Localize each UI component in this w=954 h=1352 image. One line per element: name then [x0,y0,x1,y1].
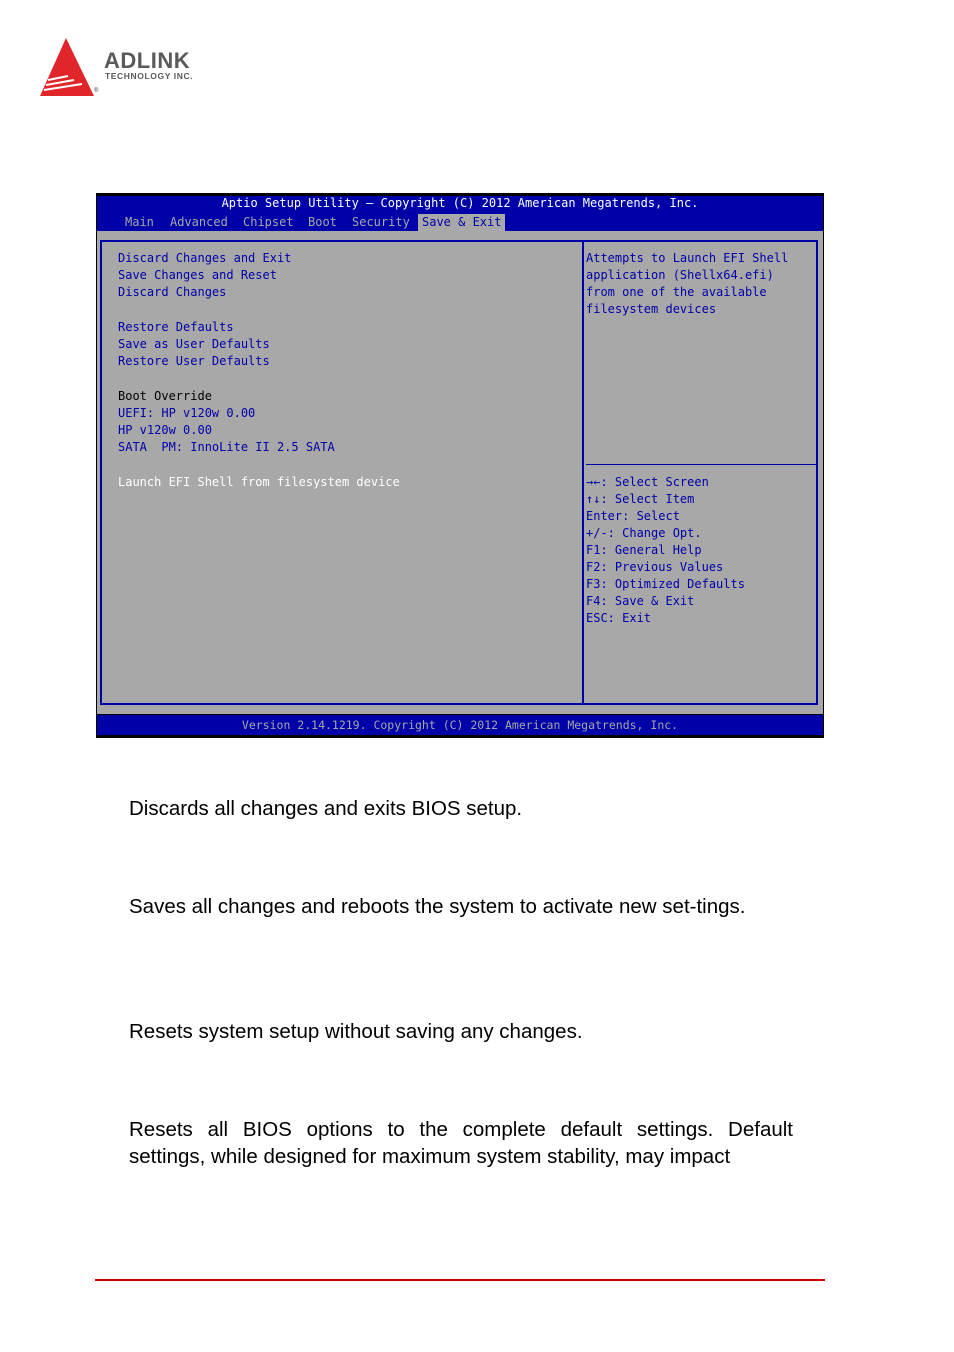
key-help-enter: Enter: Select [586,509,680,523]
bios-footer: Version 2.14.1219. Copyright (C) 2012 Am… [97,715,823,735]
logo-subtitle: TECHNOLOGY INC. [105,71,194,81]
panel-divider [582,242,584,703]
key-help-f1: F1: General Help [586,543,702,557]
tab-boot[interactable]: Boot [304,214,341,231]
key-help-f2: F2: Previous Values [586,560,724,574]
logo-triangle-icon [40,38,94,96]
menu-boot-sata[interactable]: SATA PM: InnoLite II 2.5 SATA [118,439,335,456]
menu-boot-uefi-hp[interactable]: UEFI: HP v120w 0.00 [118,405,255,422]
menu-discard-changes-and-exit[interactable]: Discard Changes and Exit [118,250,291,267]
tab-advanced[interactable]: Advanced [166,214,232,231]
menu-save-as-user-defaults[interactable]: Save as User Defaults [118,336,270,353]
menu-restore-defaults[interactable]: Restore Defaults [118,319,234,336]
tab-save-exit[interactable]: Save & Exit [418,214,506,231]
bios-frame: Discard Changes and Exit Save Changes an… [100,240,818,705]
help-text-line: application (Shellx64.efi) [586,268,774,282]
bios-screenshot: Aptio Setup Utility – Copyright (C) 2012… [96,193,824,738]
help-separator [586,464,818,465]
key-help-select-item: ↑↓: Select Item [586,492,695,506]
menu-discard-changes[interactable]: Discard Changes [118,284,226,301]
bios-body: Discard Changes and Exit Save Changes an… [97,231,823,714]
paragraph-discard-changes: Resets system setup without saving any c… [129,1020,583,1043]
menu-restore-user-defaults[interactable]: Restore User Defaults [118,353,270,370]
help-text-line: from one of the available [586,285,767,299]
menu-boot-hp[interactable]: HP v120w 0.00 [118,422,212,439]
key-help-select-screen: →←: Select Screen [586,475,709,489]
bios-title: Aptio Setup Utility – Copyright (C) 2012… [97,196,823,211]
registered-mark: ® [94,88,99,94]
adlink-logo: ADLINK TECHNOLOGY INC. ® [38,36,238,98]
bios-tab-bar: Main Advanced Chipset Boot Security Save… [97,211,823,231]
help-text-line: filesystem devices [586,302,717,316]
key-help-esc: ESC: Exit [586,611,652,625]
key-help-change-opt: +/-: Change Opt. [586,526,702,540]
tab-main[interactable]: Main [121,214,158,231]
key-help-f3: F3: Optimized Defaults [586,577,745,591]
paragraph-restore-defaults: Resets all BIOS options to the complete … [129,1118,793,1168]
footer-rule [95,1279,825,1281]
tab-security[interactable]: Security [348,214,414,231]
paragraph-discard-changes-and-exit: Discards all changes and exits BIOS setu… [129,797,523,820]
tab-chipset[interactable]: Chipset [239,214,298,231]
boot-override-heading: Boot Override [118,389,212,403]
menu-save-changes-and-reset[interactable]: Save Changes and Reset [118,267,277,284]
menu-launch-efi-shell[interactable]: Launch EFI Shell from filesystem device [118,474,400,491]
paragraph-save-changes-and-reset: Saves all changes and reboots the system… [129,895,746,918]
key-help-f4: F4: Save & Exit [586,594,695,608]
help-text-line: Attempts to Launch EFI Shell [586,251,789,265]
